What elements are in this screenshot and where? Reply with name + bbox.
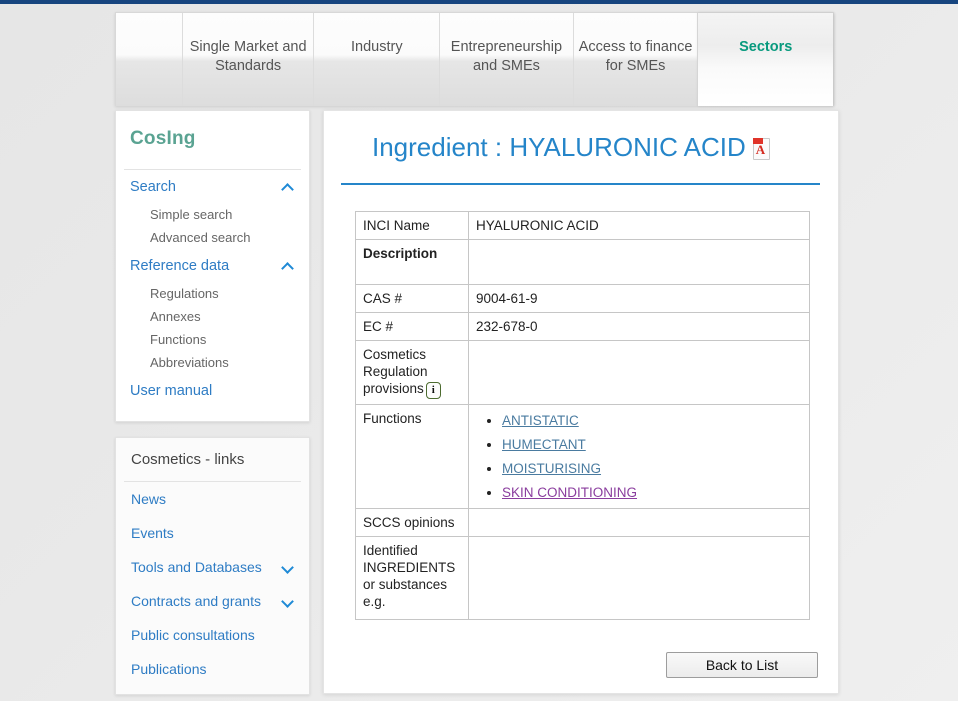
function-link-antistatic[interactable]: ANTISTATIC — [502, 413, 579, 428]
row-label: CAS # — [356, 285, 469, 313]
sidebar-item-advanced-search[interactable]: Advanced search — [116, 226, 309, 249]
row-value — [469, 509, 810, 537]
sidebar-item-label: Events — [131, 525, 174, 541]
cosmetics-links-sidebar: Cosmetics - links News Events Tools and … — [115, 437, 310, 695]
table-row: EC # 232-678-0 — [356, 313, 810, 341]
sidebar-item-reference-data[interactable]: Reference data — [116, 249, 309, 282]
main-content-panel: Ingredient : HYALURONIC ACID A INCI Name … — [323, 110, 839, 694]
sidebar-item-label: Publications — [131, 661, 207, 677]
row-label: Description — [356, 240, 469, 285]
info-icon[interactable]: i — [426, 382, 441, 399]
row-value: 9004-61-9 — [469, 285, 810, 313]
sidebar-item-abbreviations[interactable]: Abbreviations — [116, 351, 309, 374]
row-value: HYALURONIC ACID — [469, 212, 810, 240]
cosing-sidebar-title: CosIng — [116, 111, 309, 150]
list-item: ANTISTATIC — [502, 412, 802, 429]
sidebar-item-simple-search[interactable]: Simple search — [116, 203, 309, 226]
sidebar-item-tools-and-databases[interactable]: Tools and Databases — [116, 550, 309, 584]
tab-access-to-finance-for-smes[interactable]: Access to finance for SMEs — [573, 13, 698, 106]
list-item: MOISTURISING — [502, 460, 802, 477]
ingredient-details-table: INCI Name HYALURONIC ACID Description CA… — [355, 211, 810, 620]
sidebar-item-label: Search — [130, 179, 176, 195]
tab-industry[interactable]: Industry — [313, 13, 439, 106]
chevron-down-icon[interactable] — [282, 563, 295, 572]
sidebar-item-label: Contracts and grants — [131, 593, 261, 609]
tab-entrepreneurship-and-smes[interactable]: Entrepreneurship and SMEs — [439, 13, 573, 106]
function-link-skin-conditioning[interactable]: SKIN CONDITIONING — [502, 485, 637, 500]
row-label-text: Cosmetics Regulation provisions — [363, 347, 428, 396]
table-row: Functions ANTISTATIC HUMECTANT MOISTURIS… — [356, 405, 810, 509]
back-to-list-button[interactable]: Back to List — [666, 652, 818, 678]
list-item: HUMECTANT — [502, 436, 802, 453]
list-item: SKIN CONDITIONING — [502, 484, 802, 501]
table-row: Description — [356, 240, 810, 285]
sidebar-item-public-consultations[interactable]: Public consultations — [116, 618, 309, 652]
pdf-icon[interactable]: A — [753, 138, 770, 159]
row-value — [469, 537, 810, 620]
sidebar-item-user-manual[interactable]: User manual — [116, 374, 309, 407]
chevron-down-icon[interactable] — [282, 597, 295, 606]
sidebar-item-label: Public consultations — [131, 627, 255, 643]
sidebar-item-functions[interactable]: Functions — [116, 328, 309, 351]
sidebar-item-regulations[interactable]: Regulations — [116, 282, 309, 305]
sidebar-item-events[interactable]: Events — [116, 516, 309, 550]
sidebar-item-search[interactable]: Search — [116, 170, 309, 203]
cosing-sidebar: CosIng Search Simple search Advanced sea… — [115, 110, 310, 422]
sidebar-item-contracts-and-grants[interactable]: Contracts and grants — [116, 584, 309, 618]
row-label: Cosmetics Regulation provisionsi — [356, 341, 469, 405]
page-title: Ingredient : HYALURONIC ACID A — [324, 111, 838, 163]
sidebar-item-annexes[interactable]: Annexes — [116, 305, 309, 328]
row-label: INCI Name — [356, 212, 469, 240]
sidebar-item-publications[interactable]: Publications — [116, 652, 309, 686]
tab-spacer — [116, 13, 182, 106]
sidebar-item-news[interactable]: News — [116, 482, 309, 516]
row-value: ANTISTATIC HUMECTANT MOISTURISING SKIN C… — [469, 405, 810, 509]
row-value — [469, 240, 810, 285]
sidebar-item-label: News — [131, 491, 166, 507]
table-row: INCI Name HYALURONIC ACID — [356, 212, 810, 240]
table-row: SCCS opinions — [356, 509, 810, 537]
page-title-text: Ingredient : HYALURONIC ACID — [372, 132, 746, 162]
row-label: Functions — [356, 405, 469, 509]
tab-sectors[interactable]: Sectors — [697, 13, 833, 106]
title-underline — [341, 183, 820, 185]
cosing-nav-list: Search Simple search Advanced search Ref… — [116, 170, 309, 407]
functions-list: ANTISTATIC HUMECTANT MOISTURISING SKIN C… — [476, 412, 802, 501]
table-row: Identified INGREDIENTS or substances e.g… — [356, 537, 810, 620]
table-row: Cosmetics Regulation provisionsi — [356, 341, 810, 405]
function-link-humectant[interactable]: HUMECTANT — [502, 437, 586, 452]
button-row: Back to List — [324, 652, 838, 678]
row-label: EC # — [356, 313, 469, 341]
table-row: CAS # 9004-61-9 — [356, 285, 810, 313]
sidebar-item-label: Reference data — [130, 258, 229, 274]
row-label: Identified INGREDIENTS or substances e.g… — [356, 537, 469, 620]
sidebar-item-label: Tools and Databases — [131, 559, 262, 575]
main-navigation-tabs: Single Market and Standards Industry Ent… — [115, 12, 834, 106]
function-link-moisturising[interactable]: MOISTURISING — [502, 461, 601, 476]
chevron-up-icon[interactable] — [282, 183, 295, 192]
sidebar-item-label: User manual — [130, 383, 212, 399]
chevron-up-icon[interactable] — [282, 262, 295, 271]
tab-single-market-and-standards[interactable]: Single Market and Standards — [182, 13, 314, 106]
row-value: 232-678-0 — [469, 313, 810, 341]
row-label: SCCS opinions — [356, 509, 469, 537]
row-value — [469, 341, 810, 405]
cosmetics-links-title: Cosmetics - links — [116, 438, 309, 468]
